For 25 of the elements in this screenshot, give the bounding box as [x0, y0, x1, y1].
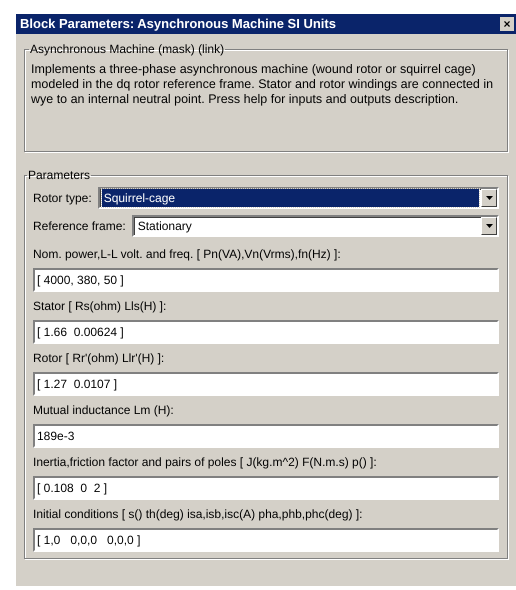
caret-icon[interactable] [481, 217, 497, 235]
input-field[interactable]: [ 1,0 0,0,0 0,0,0 ] [33, 528, 499, 552]
input-field[interactable]: [ 0.108 0 2 ] [33, 476, 499, 500]
window-title: Block Parameters: Asynchronous Machine SI Units [20, 15, 337, 34]
field-label: Rotor type: [33, 190, 92, 207]
group-title: Asynchronous Machine (mask) (link) [29, 41, 226, 58]
field-label: Mutual inductance Lm (H): [33, 402, 175, 419]
caret-icon[interactable] [481, 189, 497, 207]
input-field[interactable]: [ 4000, 380, 50 ] [33, 268, 499, 292]
dropdown[interactable]: Squirrel-cage [98, 187, 499, 209]
input-field[interactable]: [ 1.27 0.0107 ] [33, 372, 499, 396]
input-field[interactable]: [ 1.66 0.00624 ] [33, 320, 499, 344]
field-label: Reference frame: [33, 218, 126, 235]
dropdown[interactable]: Stationary [132, 215, 499, 237]
field-label: Inertia,friction factor and pairs of poles [ J(kg.m^2) F(N.m.s) p() ]: [33, 454, 378, 471]
field-label: Nom. power,L-L volt. and freq. [ Pn(VA),Vn(Vrms),fn(Hz) ]: [33, 246, 342, 263]
input-field[interactable]: 189e-3 [33, 424, 499, 448]
close-button[interactable]: × [500, 17, 514, 31]
field-label: Stator [ Rs(ohm) Lls(H) ]: [33, 298, 168, 315]
field-label: Initial conditions [ s() th(deg) isa,isb,isc(A) pha,phb,phc(deg) ]: [33, 506, 364, 523]
group-title: Parameters [27, 167, 92, 184]
dropdown-value: Squirrel-cage [102, 189, 479, 207]
field-label: Rotor [ Rr'(ohm) Llr'(H) ]: [33, 350, 166, 367]
dropdown-value: Stationary [136, 218, 193, 235]
description: Implements a three-phase asynchronous machine (wound rotor or squirrel cage) modeled in the dq rotor reference frame. Stator and rotor windings are connected in wye to an internal neutral point. Press help for inputs and outputs description. [31, 62, 494, 107]
